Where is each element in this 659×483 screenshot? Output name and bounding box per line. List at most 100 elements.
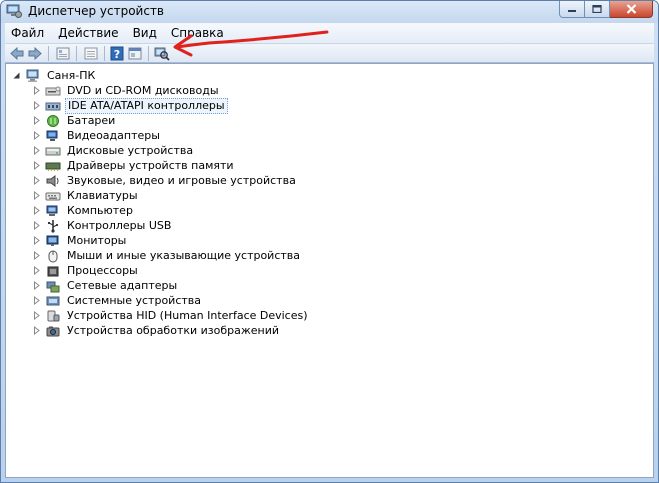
menu-action[interactable]: Действие — [58, 26, 118, 40]
tree-item-label: Звуковые, видео и игровые устройства — [67, 173, 296, 187]
tree-item-label: Устройства обработки изображений — [67, 323, 280, 337]
hid-icon — [47, 310, 60, 321]
toolbar: ? — [5, 43, 654, 63]
tree-item-label: Устройства HID (Human Interface Devices) — [67, 308, 308, 322]
network-adapter-icon — [46, 281, 60, 292]
mouse-icon — [48, 250, 58, 262]
tree-item-label: Дисковые устройства — [67, 143, 194, 157]
dvd-drive-icon — [45, 86, 61, 95]
menu-bar: Файл Действие Вид Справка — [5, 23, 654, 43]
toolbar-separator — [104, 46, 105, 61]
tree-item[interactable]: Видеоадаптеры — [32, 128, 162, 143]
expand-triangle-icon[interactable] — [32, 281, 41, 290]
maximize-icon — [592, 5, 602, 13]
view-icon[interactable] — [127, 46, 143, 61]
ide-controller-icon — [45, 102, 61, 110]
expand-triangle-icon[interactable] — [32, 86, 41, 95]
memory-driver-icon — [45, 162, 61, 171]
expand-triangle-icon[interactable] — [32, 296, 41, 305]
menu-file[interactable]: Файл — [11, 26, 44, 40]
expand-triangle-icon[interactable] — [32, 206, 41, 215]
tree-item[interactable]: Клавиатуры — [32, 188, 140, 203]
maximize-button[interactable] — [585, 1, 610, 18]
tree-item[interactable]: Сетевые адаптеры — [32, 278, 179, 293]
minimize-icon — [568, 10, 576, 12]
expand-triangle-icon[interactable] — [32, 221, 41, 230]
system-device-icon — [46, 296, 60, 305]
scan-hardware-icon[interactable] — [154, 46, 170, 61]
keyboard-icon — [45, 192, 61, 200]
device-manager-window: Диспетчер устройств Файл Действие Вид Сп… — [0, 0, 659, 483]
tree-item[interactable]: Батареи — [32, 113, 117, 128]
monitor-icon — [46, 235, 59, 246]
red-annotation-arrow — [173, 30, 329, 57]
tree-item[interactable]: Мониторы — [32, 233, 128, 248]
tree-item-label: Контроллеры USB — [67, 218, 172, 232]
tree-item-label: Системные устройства — [67, 293, 201, 307]
sound-icon — [46, 174, 59, 187]
tree-item[interactable]: IDE ATA/ATAPI контроллеры — [32, 97, 228, 114]
tree-item-label: Процессоры — [67, 263, 138, 277]
expand-triangle-icon[interactable] — [32, 146, 41, 155]
display-adapter-icon — [46, 130, 58, 141]
tree-item-label: Сетевые адаптеры — [67, 278, 178, 292]
close-button[interactable] — [610, 1, 653, 18]
expand-triangle-icon[interactable] — [32, 176, 41, 185]
expand-triangle-icon[interactable] — [32, 131, 41, 140]
title-bar[interactable]: Диспетчер устройств — [1, 1, 658, 23]
usb-icon — [48, 219, 59, 233]
tree-item[interactable]: Драйверы устройств памяти — [32, 158, 236, 173]
tree-item-label: Видеоадаптеры — [67, 128, 160, 142]
tree-item-label: Мониторы — [67, 233, 127, 247]
tree-item-label: Клавиатуры — [67, 188, 138, 202]
forward-arrow-icon[interactable] — [27, 46, 43, 61]
toolbar-separator — [76, 46, 77, 61]
tree-item[interactable]: Системные устройства — [32, 293, 203, 308]
tree-item[interactable]: DVD и CD-ROM дисководы — [32, 83, 221, 98]
expand-triangle-icon[interactable] — [32, 251, 41, 260]
tree-item[interactable]: Устройства HID (Human Interface Devices) — [32, 308, 310, 323]
tree-item[interactable]: Компьютер — [32, 203, 135, 218]
expand-triangle-icon[interactable] — [32, 236, 41, 245]
menu-view[interactable]: Вид — [133, 26, 157, 40]
tree-item[interactable]: Мыши и иные указывающие устройства — [32, 248, 302, 263]
back-arrow-icon[interactable] — [9, 46, 25, 61]
tree-item[interactable]: Устройства обработки изображений — [32, 323, 281, 338]
imaging-device-icon — [46, 326, 60, 336]
collapse-triangle-icon[interactable] — [12, 71, 21, 80]
tree-root-label: Саня-ПК — [47, 68, 96, 82]
tree-item[interactable]: Процессоры — [32, 263, 140, 278]
expand-triangle-icon[interactable] — [32, 161, 41, 170]
expand-triangle-icon[interactable] — [32, 311, 41, 320]
expand-triangle-icon[interactable] — [32, 326, 41, 335]
toolbar-separator — [48, 46, 49, 61]
tree-item-label: Батареи — [67, 113, 116, 127]
expand-triangle-icon[interactable] — [32, 191, 41, 200]
battery-icon — [47, 114, 59, 127]
device-manager-app-icon — [6, 4, 22, 18]
minimize-button[interactable] — [559, 1, 585, 18]
tree-item-label: DVD и CD-ROM дисководы — [67, 83, 219, 97]
tree-root[interactable]: Саня-ПК — [12, 68, 97, 83]
tree-item-label: Драйверы устройств памяти — [67, 158, 234, 172]
help-icon[interactable]: ? — [109, 46, 125, 61]
tree-item-label: Мыши и иные указывающие устройства — [67, 248, 301, 262]
list-icon[interactable] — [83, 46, 99, 61]
window-title: Диспетчер устройств — [28, 4, 165, 18]
processor-icon — [47, 266, 59, 276]
tree-item[interactable]: Контроллеры USB — [32, 218, 173, 233]
expand-triangle-icon[interactable] — [32, 101, 41, 110]
tree-item-label: Компьютер — [67, 203, 133, 217]
computer-root-icon — [26, 69, 39, 82]
properties-icon[interactable] — [55, 46, 71, 61]
toolbar-separator — [148, 46, 149, 61]
device-tree-panel[interactable]: Саня-ПК DVD и CD-ROM дисководы IDE ATA/AT… — [5, 63, 654, 478]
tree-item[interactable]: Дисковые устройства — [32, 143, 195, 158]
svg-text:?: ? — [114, 48, 120, 61]
close-icon — [626, 4, 636, 14]
expand-triangle-icon[interactable] — [32, 266, 41, 275]
disk-drive-icon — [45, 147, 61, 155]
tree-item[interactable]: Звуковые, видео и игровые устройства — [32, 173, 298, 188]
expand-triangle-icon[interactable] — [32, 116, 41, 125]
tree-item-label: IDE ATA/ATAPI контроллеры — [65, 97, 228, 114]
